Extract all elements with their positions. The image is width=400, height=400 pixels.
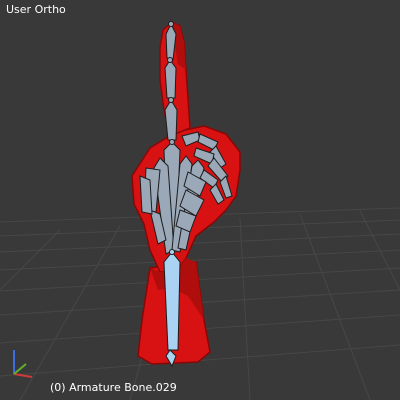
bone-joint <box>168 97 174 103</box>
axis-y-line <box>13 363 27 375</box>
view-name-label: User Ortho <box>6 3 66 16</box>
viewport-scene[interactable] <box>0 0 400 400</box>
axis-gizmo-icon[interactable] <box>2 344 42 384</box>
bone-thumb-3[interactable] <box>139 175 153 215</box>
bone-joint <box>167 57 173 63</box>
bone-joint <box>169 249 175 255</box>
axis-x-line <box>13 373 33 378</box>
status-text: (0) Armature Bone.029 <box>50 381 177 394</box>
bone-joint <box>168 21 174 27</box>
bone-index-2[interactable] <box>164 59 177 99</box>
3d-viewport[interactable]: User Ortho (0) Armature Bone.029 <box>0 0 400 400</box>
bone-joint <box>169 139 175 145</box>
